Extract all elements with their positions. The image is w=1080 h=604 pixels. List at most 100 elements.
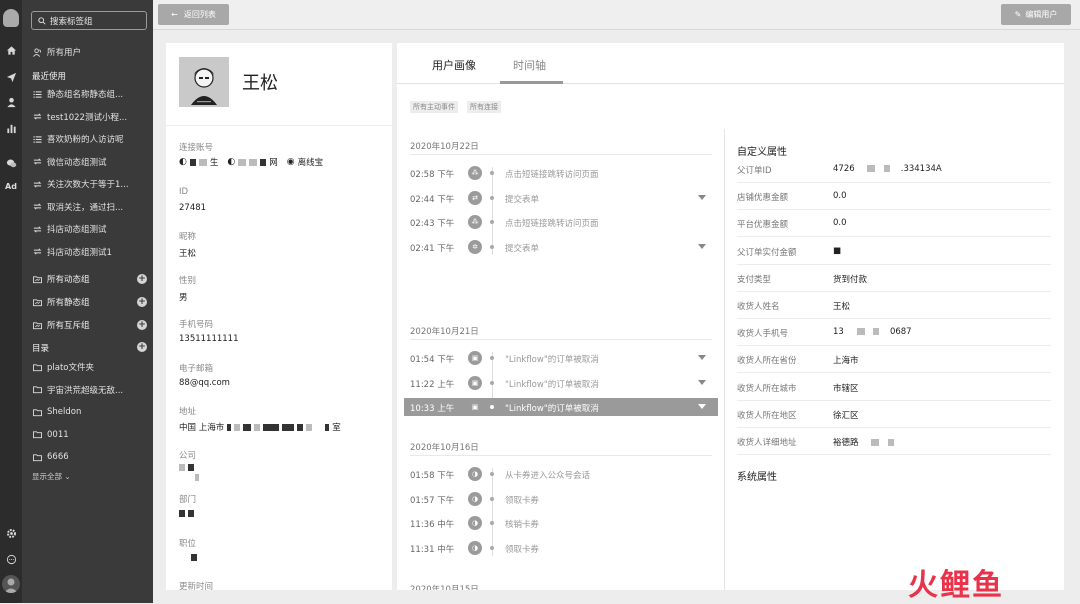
chart-icon[interactable] (0, 120, 22, 136)
sidebar-folder[interactable]: 6666 (22, 447, 153, 467)
add-group-button[interactable]: + (137, 297, 147, 307)
sidebar-item-recent[interactable]: test1022测试小程... (22, 107, 153, 127)
edit-user-button[interactable]: ✎ 编辑用户 (1001, 4, 1071, 25)
folder-chart-icon (33, 298, 47, 307)
tag-group-sidebar: 搜索标签组 所有用户 最近使用 静态组名称静态组... test1022测试小程.… (22, 0, 153, 603)
chevron-down-icon[interactable] (698, 379, 706, 385)
event-label: 领取卡券 (505, 544, 540, 555)
attribute-key: 父订单ID (737, 166, 772, 176)
app-logo[interactable] (3, 9, 19, 27)
attribute-key: 收货人详细地址 (737, 438, 797, 448)
sidebar-item-recent[interactable]: 关注次数大于等于1... (22, 174, 153, 194)
sidebar-item-label: 微信动态组测试 (47, 157, 107, 168)
gear-icon[interactable] (0, 525, 22, 541)
sidebar-group[interactable]: 所有动态组 + (22, 270, 153, 288)
timeline-event[interactable]: 11:31 中午 ◑ 领取卡券 (404, 539, 718, 557)
add-folder-button[interactable]: + (137, 342, 147, 352)
job-title-value (179, 553, 197, 563)
sidebar-item-recent[interactable]: 抖店动态组测试 (22, 219, 153, 239)
timeline-dot (490, 521, 494, 525)
add-group-button[interactable]: + (137, 320, 147, 330)
sidebar-item-recent[interactable]: 微信动态组测试 (22, 152, 153, 172)
sidebar-group-label: 所有动态组 (47, 275, 90, 285)
event-label: 领取卡券 (505, 495, 540, 506)
sidebar-item-recent[interactable]: 取消关注，通过扫... (22, 197, 153, 217)
event-time: 02:41 下午 (410, 243, 455, 254)
sidebar-item-recent[interactable]: 喜欢奶粉的人访访呢 (22, 129, 153, 149)
tab-user-portrait[interactable]: 用户画像 (432, 57, 476, 73)
company-value (179, 463, 199, 483)
attribute-key: 店铺优惠金额 (737, 193, 789, 204)
chevron-down-icon[interactable] (698, 355, 706, 360)
filter-connections[interactable]: 所有连接 (467, 101, 501, 113)
attribute-value: 上海市 (833, 356, 859, 367)
attribute-key: 收货人姓名 (737, 302, 780, 312)
user-circle-icon: ◉ (286, 157, 295, 167)
profile-card: 王松 连接账号 ◐ 生 ◐ 网 ◉ 离线宝 ID 27481 昵称 王松 性别 男 手… (166, 43, 392, 590)
address-text: 中国 上海市 (179, 423, 225, 433)
active-tab-indicator (500, 81, 563, 84)
timeline-dot (490, 356, 494, 360)
folder-icon (33, 408, 47, 417)
company-label: 公司 (179, 451, 197, 461)
sidebar-item-label: 所有用户 (47, 48, 82, 58)
timeline-event[interactable]: 10:33 上午 ▣ "Linkflow"的订单被取消 (404, 398, 718, 416)
timeline-dot (490, 244, 494, 249)
event-time: 02:44 下午 (410, 194, 455, 205)
tab-bar-divider (397, 83, 1064, 84)
sidebar-folder[interactable]: Sheldon (22, 402, 153, 422)
home-icon[interactable] (0, 42, 22, 58)
list-icon (33, 135, 47, 144)
send-icon[interactable] (0, 69, 22, 85)
event-time: 01:57 下午 (410, 495, 455, 506)
search-input[interactable]: 搜索标签组 (31, 11, 147, 30)
timeline-event[interactable]: 02:43 下午 ⁂ 点击短链接跳转访问页面 (404, 213, 718, 231)
account-avatar[interactable] (2, 575, 20, 593)
sync-icon (33, 157, 47, 166)
tab-timeline[interactable]: 时间轴 (513, 57, 546, 73)
sidebar-folder[interactable]: 0011 (22, 425, 153, 445)
chevron-down-icon[interactable] (698, 404, 706, 409)
list-icon (33, 90, 47, 99)
ad-icon[interactable]: Ad (0, 182, 22, 191)
timeline-event[interactable]: 11:22 上午 ▣ "Linkflow"的订单被取消 (404, 374, 718, 392)
back-to-list-button[interactable]: ← 返回列表 (158, 4, 229, 25)
arrow-left-icon: ← (171, 10, 178, 19)
attribute-value: 市辖区 (833, 383, 859, 394)
sidebar-folder-label: plato文件夹 (47, 363, 94, 373)
sidebar-item-label: 取消关注，通过扫... (47, 202, 124, 213)
sync-icon (33, 180, 47, 189)
date-divider (410, 339, 712, 340)
timeline-event[interactable]: 01:57 下午 ◑ 领取卡券 (404, 490, 718, 508)
wechat-icon[interactable] (0, 155, 22, 171)
timeline-event[interactable]: 02:41 下午 ✲ 提交表单 (404, 238, 718, 256)
sidebar-item-recent[interactable]: 静态组名称静态组... (22, 84, 153, 104)
user-icon[interactable] (0, 94, 22, 110)
chevron-down-icon[interactable] (698, 194, 706, 200)
timeline-dot (490, 405, 494, 409)
attribute-key: 收货人手机号 (737, 329, 789, 340)
timeline-event[interactable]: 01:54 下午 ▣ "Linkflow"的订单被取消 (404, 349, 718, 367)
attribute-row: 父订单实付金额 ■ (737, 238, 1051, 265)
sidebar-folder[interactable]: plato文件夹 (22, 357, 153, 377)
timeline-event[interactable]: 02:44 下午 ⇄ 提交表单 (404, 189, 718, 207)
chevron-down-icon[interactable] (698, 243, 706, 249)
sidebar-group[interactable]: 所有互斥组 + (22, 316, 153, 334)
timeline-event[interactable]: 01:58 下午 ◑ 从卡券进入公众号会话 (404, 465, 718, 483)
sidebar-item-recent[interactable]: 抖店动态组测试1 (22, 242, 153, 262)
event-time: 01:54 下午 (410, 355, 455, 365)
email-value: 88@qq.com (179, 378, 230, 388)
sidebar-item-label: 静态组名称静态组... (47, 90, 124, 100)
timeline-event[interactable]: 11:36 中午 ◑ 核销卡券 (404, 514, 718, 532)
user-avatar (179, 57, 229, 107)
add-group-button[interactable]: + (137, 274, 147, 284)
sidebar-group[interactable]: 所有静态组 + (22, 293, 153, 311)
show-all-link[interactable]: 显示全部 ⌄ (32, 471, 71, 482)
chat-icon[interactable] (0, 551, 22, 567)
sidebar-item-all-users[interactable]: 所有用户 (22, 42, 153, 62)
sidebar-folder[interactable]: 宇宙洪荒超级无敌... (22, 380, 153, 400)
attribute-value: 徐汇区 (833, 410, 859, 421)
column-divider (724, 129, 725, 590)
timeline-event[interactable]: 02:58 下午 ⁂ 点击短链接跳转访问页面 (404, 164, 718, 182)
filter-active-events[interactable]: 所有主动事件 (410, 101, 458, 113)
